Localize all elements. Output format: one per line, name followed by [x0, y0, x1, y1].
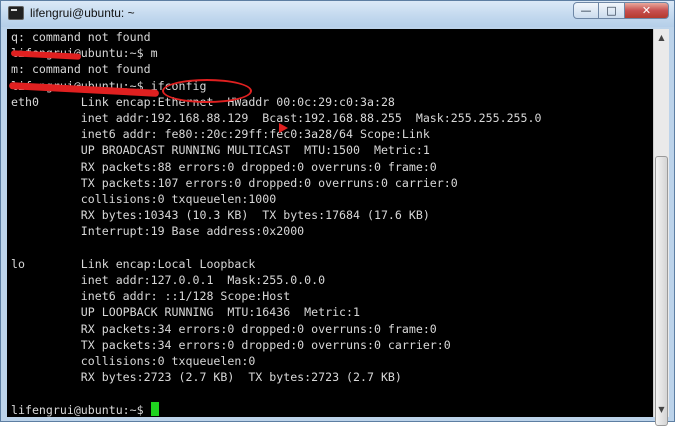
terminal-line: inet6 addr: ::1/128 Scope:Host: [11, 289, 291, 304]
terminal-line: m: command not found: [11, 62, 151, 77]
terminal-line: RX bytes:2723 (2.7 KB) TX bytes:2723 (2.…: [11, 370, 402, 385]
minimize-button[interactable]: —: [573, 2, 599, 19]
terminal-line: q: command not found: [11, 30, 151, 44]
terminal-line: RX bytes:10343 (10.3 KB) TX bytes:17684 …: [11, 208, 430, 223]
maximize-button[interactable]: □: [599, 2, 625, 19]
terminal-output[interactable]: lifengrui@ubuntu:~$ RX bytes:2723 (2.7 K…: [7, 29, 653, 417]
terminal-line: TX packets:34 errors:0 dropped:0 overrun…: [11, 337, 451, 352]
terminal-line: lo Link encap:Local Loopback: [11, 256, 256, 271]
terminal-line: UP BROADCAST RUNNING MULTICAST MTU:1500 …: [11, 143, 430, 158]
terminal-line: collisions:0 txqueuelen:0: [11, 354, 256, 368]
title-bar[interactable]: lifengrui@ubuntu: ~ — □ ✕: [1, 1, 674, 27]
terminal-line: RX packets:88 errors:0 dropped:0 overrun…: [11, 159, 437, 174]
terminal-line: inet addr:127.0.0.1 Mask:255.0.0.0: [11, 273, 326, 287]
terminal-line: TX packets:107 errors:0 dropped:0 overru…: [11, 175, 458, 190]
terminal-line: lifengrui@ubuntu:~$: [11, 401, 159, 417]
close-button[interactable]: ✕: [625, 2, 669, 19]
vertical-scrollbar[interactable]: ▲ ▼: [653, 29, 669, 426]
terminal-line: inet6 addr: fe80::20c:29ff:fec0:3a28/64 …: [11, 127, 430, 142]
annotation-arrow: [279, 123, 288, 133]
terminal-line: Interrupt:19 Base address:0x2000: [11, 224, 305, 239]
scrollbar-thumb[interactable]: [655, 156, 668, 426]
terminal-line: UP LOOPBACK RUNNING MTU:16436 Metric:1: [11, 305, 361, 320]
scroll-down-arrow-icon[interactable]: ▼: [654, 401, 669, 417]
annotation-circle: [162, 79, 252, 103]
terminal-line: RX packets:34 errors:0 dropped:0 overrun…: [11, 321, 437, 336]
terminal-cursor: [150, 401, 159, 416]
window-title: lifengrui@ubuntu: ~: [30, 6, 135, 20]
window-controls: — □ ✕: [573, 2, 669, 20]
terminal-icon: [8, 6, 24, 20]
scroll-up-arrow-icon[interactable]: ▲: [654, 29, 669, 45]
terminal-line: collisions:0 txqueuelen:1000: [11, 192, 277, 206]
terminal-window: lifengrui@ubuntu: ~ — □ ✕ lifengrui@ubun…: [0, 0, 675, 426]
terminal-line: inet addr:192.168.88.129 Bcast:192.168.8…: [11, 111, 542, 125]
